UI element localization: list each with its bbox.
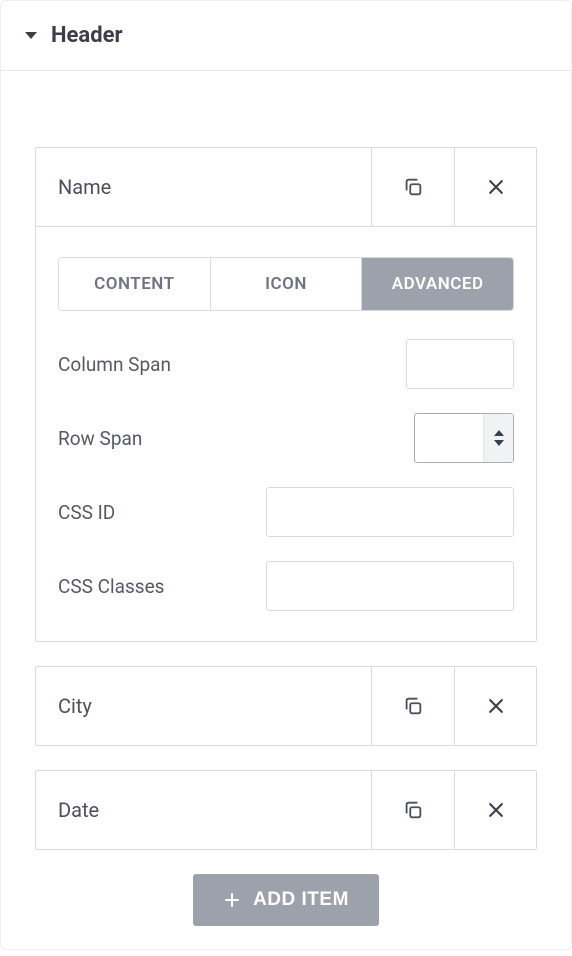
duplicate-button[interactable]: [372, 148, 454, 226]
chevron-down-icon: [25, 32, 37, 39]
label-css-classes: CSS Classes: [58, 575, 164, 598]
item-head: City: [36, 667, 536, 745]
chevron-down-icon: [494, 440, 504, 446]
number-spinner[interactable]: [483, 414, 513, 462]
section-body: Name CONTENT ICON ADVANCED: [1, 71, 571, 956]
item-card: Date: [35, 770, 537, 850]
label-row-span: Row Span: [58, 427, 142, 450]
item-title[interactable]: Name: [36, 148, 372, 226]
input-row-span[interactable]: [415, 414, 483, 462]
close-icon: [486, 696, 506, 716]
add-item-label: ADD ITEM: [253, 889, 349, 911]
tab-icon[interactable]: ICON: [211, 258, 363, 310]
item-head: Date: [36, 771, 536, 849]
copy-icon: [402, 695, 424, 717]
label-column-span: Column Span: [58, 353, 171, 376]
input-css-id[interactable]: [266, 487, 514, 537]
item-card: Name CONTENT ICON ADVANCED: [35, 147, 537, 642]
close-icon: [486, 800, 506, 820]
add-item-button[interactable]: ADD ITEM: [193, 874, 379, 926]
item-title[interactable]: City: [36, 667, 372, 745]
item-head: Name: [36, 148, 536, 226]
remove-button[interactable]: [454, 771, 536, 849]
input-row-span-wrapper: [414, 413, 514, 463]
row-css-classes: CSS Classes: [58, 561, 514, 611]
tab-content[interactable]: CONTENT: [59, 258, 211, 310]
remove-button[interactable]: [454, 148, 536, 226]
chevron-up-icon: [494, 430, 504, 436]
label-css-id: CSS ID: [58, 501, 115, 524]
copy-icon: [402, 176, 424, 198]
copy-icon: [402, 799, 424, 821]
tab-bar: CONTENT ICON ADVANCED: [58, 257, 514, 311]
close-icon: [486, 177, 506, 197]
row-row-span: Row Span: [58, 413, 514, 463]
row-css-id: CSS ID: [58, 487, 514, 537]
plus-icon: [223, 891, 241, 909]
duplicate-button[interactable]: [372, 771, 454, 849]
input-css-classes[interactable]: [266, 561, 514, 611]
remove-button[interactable]: [454, 667, 536, 745]
section-header[interactable]: Header: [1, 1, 571, 71]
item-title[interactable]: Date: [36, 771, 372, 849]
input-column-span[interactable]: [406, 339, 514, 389]
tab-advanced[interactable]: ADVANCED: [362, 258, 513, 310]
duplicate-button[interactable]: [372, 667, 454, 745]
row-column-span: Column Span: [58, 339, 514, 389]
item-card: City: [35, 666, 537, 746]
item-body: CONTENT ICON ADVANCED Column Span Row Sp…: [36, 226, 536, 641]
section-title: Header: [51, 23, 123, 48]
